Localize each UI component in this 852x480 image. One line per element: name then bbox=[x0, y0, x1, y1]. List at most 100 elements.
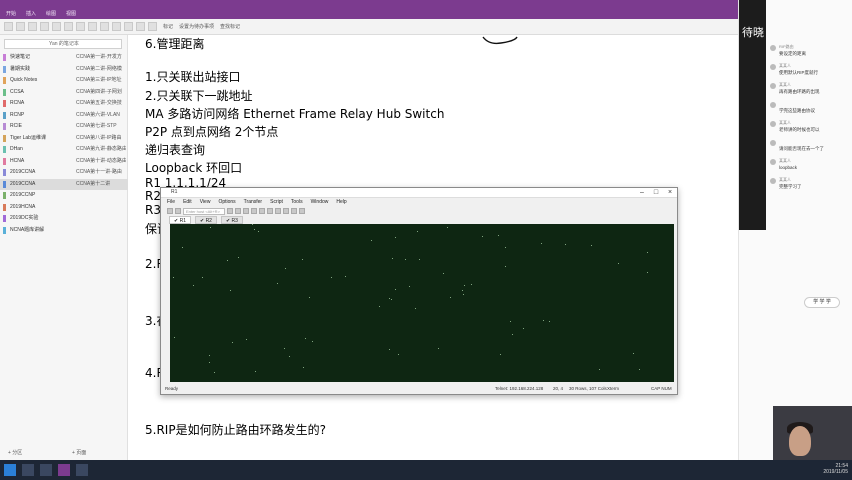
lasso-icon[interactable] bbox=[28, 22, 37, 31]
menu-window[interactable]: Window bbox=[311, 198, 329, 206]
ribbon-tab[interactable]: 开始 bbox=[6, 10, 16, 19]
disconnect-icon[interactable] bbox=[235, 208, 241, 214]
ink-to-text-icon[interactable] bbox=[148, 22, 157, 31]
sftp-icon[interactable] bbox=[283, 208, 289, 214]
section-row[interactable]: 2019DC实验 bbox=[0, 213, 128, 224]
menu-script[interactable]: Script bbox=[270, 198, 283, 206]
help-icon[interactable] bbox=[299, 208, 305, 214]
securecrt-window[interactable]: R1 – □ × File Edit View Options Transfer… bbox=[160, 187, 678, 395]
terminal-screen[interactable] bbox=[170, 224, 674, 382]
section-row[interactable]: HCNA CCNA第十讲-动态路由 bbox=[0, 156, 128, 167]
crt-titlebar[interactable]: R1 – □ × bbox=[161, 188, 677, 198]
start-icon[interactable] bbox=[4, 464, 16, 476]
menu-transfer[interactable]: Transfer bbox=[244, 198, 262, 206]
section-row[interactable]: 2019CCNA CCNA第十一讲-路由 bbox=[0, 167, 128, 178]
section-row[interactable]: RCNA CCNA第五讲-交换技 bbox=[0, 98, 128, 109]
section-row[interactable]: RCIE CCNA第七讲-STP bbox=[0, 121, 128, 132]
shape-icon[interactable] bbox=[124, 22, 133, 31]
menu-file[interactable]: File bbox=[167, 198, 175, 206]
highlighter-icon[interactable] bbox=[88, 22, 97, 31]
highlighter-icon[interactable] bbox=[76, 22, 85, 31]
ribbon-tab[interactable]: 插入 bbox=[26, 10, 36, 19]
onenote-icon[interactable] bbox=[58, 464, 70, 476]
print-icon[interactable] bbox=[267, 208, 273, 214]
page-title[interactable]: CCNA第二讲-网络模 bbox=[76, 64, 126, 75]
eraser-icon[interactable] bbox=[100, 22, 109, 31]
section-row[interactable]: 2019CCNA CCNA第十二讲 bbox=[0, 178, 128, 190]
undo-icon[interactable] bbox=[4, 22, 13, 31]
tag-button[interactable]: 标记 bbox=[163, 23, 173, 30]
clock[interactable]: 21:54 2019/11/05 bbox=[823, 463, 848, 475]
section-row[interactable]: Quick Notes CCNA第三讲-IP地址 bbox=[0, 75, 128, 86]
securecrt-icon[interactable] bbox=[76, 464, 88, 476]
taskview-icon[interactable] bbox=[40, 464, 52, 476]
keymap-icon[interactable] bbox=[291, 208, 297, 214]
section-name: 2019DC实验 bbox=[10, 215, 39, 221]
terminal-glyph bbox=[258, 231, 259, 232]
chat-text: 完整学习了 bbox=[779, 184, 802, 189]
page-title[interactable]: CCNA第十一讲-路由 bbox=[76, 167, 126, 178]
pen-icon[interactable] bbox=[64, 22, 73, 31]
quick-connect-icon[interactable] bbox=[175, 208, 181, 214]
section-row[interactable]: 快速笔记 CCNA第一讲-开发方 bbox=[0, 52, 128, 63]
add-section-button[interactable]: + 分区 bbox=[8, 449, 22, 456]
section-row[interactable]: 暑期实践 CCNA第二讲-网络模 bbox=[0, 64, 128, 75]
find-icon[interactable] bbox=[259, 208, 265, 214]
section-row[interactable]: NCNA题库讲解 bbox=[0, 225, 128, 236]
section-row[interactable]: 2019HCNA bbox=[0, 202, 128, 213]
section-name: 2019HCNA bbox=[10, 203, 36, 210]
menu-help[interactable]: Help bbox=[336, 198, 346, 206]
add-page-button[interactable]: + 页面 bbox=[72, 449, 86, 456]
todo-button[interactable]: 设置为待办事项 bbox=[179, 23, 214, 30]
section-row[interactable]: RCNP CCNA第六讲-VLAN bbox=[0, 110, 128, 121]
page-title[interactable]: CCNA第三讲-IP地址 bbox=[76, 75, 126, 86]
section-name: Quick Notes bbox=[10, 77, 38, 83]
search-icon[interactable] bbox=[22, 464, 34, 476]
ribbon-tab[interactable]: 视图 bbox=[66, 10, 76, 19]
section-color bbox=[3, 54, 6, 61]
section-row[interactable]: DHan CCNA第九讲-静态路由 bbox=[0, 144, 128, 155]
pen-icon[interactable] bbox=[52, 22, 61, 31]
close-icon[interactable]: × bbox=[663, 188, 677, 198]
page-title[interactable]: CCNA第八讲-IP路由 bbox=[76, 133, 126, 144]
menu-tools[interactable]: Tools bbox=[291, 198, 303, 206]
desktop: 开始 插入 绘图 视图 标记 设置为待办事项 查找标记 Yan 的笔记本 快速笔… bbox=[0, 0, 852, 480]
page-title[interactable]: CCNA第一讲-开发方 bbox=[76, 52, 126, 63]
pen-icon[interactable] bbox=[40, 22, 49, 31]
paste-icon[interactable] bbox=[251, 208, 257, 214]
ruler-icon[interactable] bbox=[136, 22, 145, 31]
page-title[interactable]: CCNA第五讲-交换技 bbox=[76, 98, 126, 109]
section-name: RCIE bbox=[10, 123, 22, 129]
chat-message: 请问能否现在去一个了 bbox=[770, 139, 850, 159]
page-title[interactable]: CCNA第九讲-静态路由 bbox=[76, 144, 126, 155]
minimize-icon[interactable]: – bbox=[635, 188, 649, 198]
tab-r1[interactable]: ✔ R1 bbox=[169, 216, 191, 224]
section-row[interactable]: 2019CCNP bbox=[0, 190, 128, 201]
page-title[interactable]: CCNA第四讲-子网划 bbox=[76, 87, 126, 98]
find-tags-button[interactable]: 查找标记 bbox=[220, 23, 240, 30]
menu-edit[interactable]: Edit bbox=[183, 198, 192, 206]
shape-icon[interactable] bbox=[112, 22, 121, 31]
page-title[interactable]: CCNA第七讲-STP bbox=[76, 121, 126, 132]
page-title[interactable]: CCNA第六讲-VLAN bbox=[76, 110, 126, 121]
ink-scribble bbox=[482, 36, 518, 45]
section-row[interactable]: CCSA CCNA第四讲-子网划 bbox=[0, 87, 128, 98]
settings-icon[interactable] bbox=[275, 208, 281, 214]
tab-r2[interactable]: ✔ R2 bbox=[194, 216, 217, 224]
redo-icon[interactable] bbox=[16, 22, 25, 31]
section-row[interactable]: Tiger Lab运维课 CCNA第八讲-IP路由 bbox=[0, 133, 128, 144]
ribbon-tab[interactable]: 绘图 bbox=[46, 10, 56, 19]
tab-r3[interactable]: ✔ R3 bbox=[220, 216, 243, 224]
maximize-icon[interactable]: □ bbox=[649, 188, 663, 198]
reconnect-icon[interactable] bbox=[227, 208, 233, 214]
copy-icon[interactable] bbox=[243, 208, 249, 214]
menu-options[interactable]: Options bbox=[218, 198, 235, 206]
menu-view[interactable]: View bbox=[200, 198, 211, 206]
notebook-name[interactable]: Yan 的笔记本 bbox=[4, 39, 122, 49]
page-title[interactable]: CCNA第十讲-动态路由 bbox=[76, 156, 126, 167]
connect-icon[interactable] bbox=[167, 208, 173, 214]
terminal-glyph bbox=[284, 348, 285, 349]
host-input[interactable]: Enter host <Alt+R> bbox=[183, 207, 225, 215]
terminal-glyph bbox=[254, 229, 255, 230]
page-title[interactable]: CCNA第十二讲 bbox=[76, 179, 126, 190]
